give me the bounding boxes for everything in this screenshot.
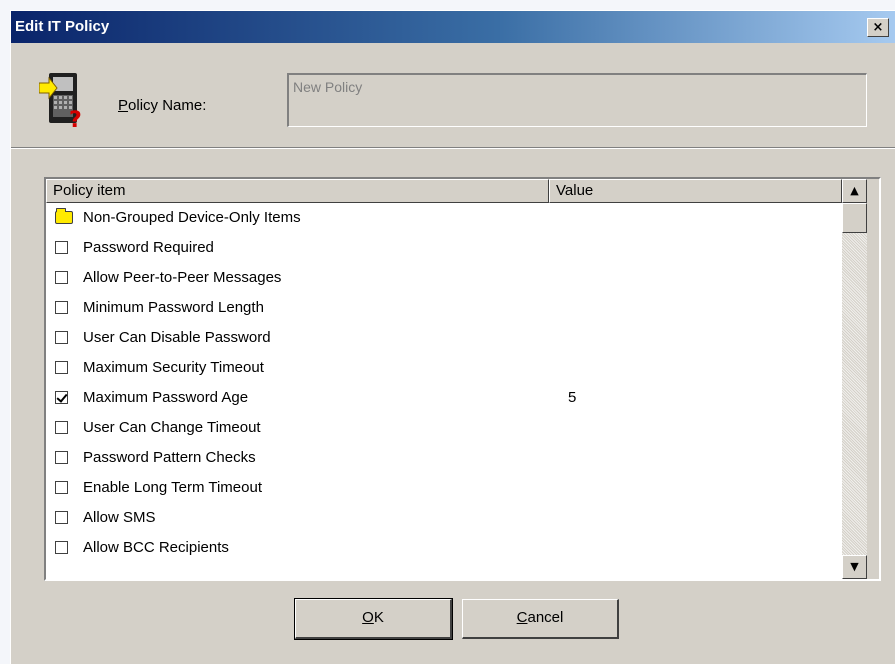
item-value: 5	[568, 389, 577, 406]
list-item[interactable]: Password Required	[46, 233, 842, 263]
list-item[interactable]: Password Pattern Checks	[46, 443, 842, 473]
item-label: Non-Grouped Device-Only Items	[83, 209, 301, 226]
item-checkbox[interactable]	[55, 481, 68, 494]
ok-accel: O	[362, 609, 374, 626]
policy-name-label-text: olicy Name:	[128, 97, 207, 114]
item-checkbox[interactable]	[55, 271, 68, 284]
column-header-policy-item[interactable]: Policy item	[46, 179, 549, 203]
ok-label: K	[373, 609, 384, 626]
item-checkbox[interactable]	[55, 451, 68, 464]
item-checkbox[interactable]	[55, 301, 68, 314]
policy-items-list[interactable]: Policy item Value Non-Grouped Device-Onl…	[44, 177, 881, 581]
separator	[11, 147, 895, 149]
scroll-track[interactable]	[842, 203, 867, 555]
handheld-device-policy-icon: ?	[39, 73, 82, 129]
window-title: Edit IT Policy	[15, 18, 110, 35]
list-item[interactable]: Maximum Security Timeout	[46, 353, 842, 383]
list-item[interactable]: Non-Grouped Device-Only Items	[46, 203, 842, 233]
scrollbar-edge	[867, 179, 879, 579]
item-label: Maximum Security Timeout	[83, 359, 264, 376]
close-icon: ×	[872, 20, 884, 35]
list-header: Policy item Value	[46, 179, 842, 203]
item-label: Password Required	[83, 239, 214, 256]
ok-button[interactable]: OK	[294, 598, 453, 640]
item-checkbox-checked[interactable]	[55, 391, 68, 404]
close-button[interactable]: ×	[867, 18, 889, 37]
edit-it-policy-dialog: Edit IT Policy × ? Policy Name: New Poli…	[10, 10, 895, 664]
arrow-up-icon: ▲	[850, 184, 859, 197]
item-checkbox[interactable]	[55, 361, 68, 374]
arrow-down-icon: ▼	[850, 560, 859, 573]
item-label: Password Pattern Checks	[83, 449, 256, 466]
item-checkbox[interactable]	[55, 241, 68, 254]
item-checkbox[interactable]	[55, 331, 68, 344]
scroll-up-button[interactable]: ▲	[842, 179, 867, 203]
policy-name-accel: P	[118, 97, 129, 114]
list-item[interactable]: User Can Change Timeout	[46, 413, 842, 443]
list-item[interactable]: Allow Peer-to-Peer Messages	[46, 263, 842, 293]
item-label: Allow BCC Recipients	[83, 539, 229, 556]
scroll-thumb[interactable]	[842, 203, 867, 233]
list-item[interactable]: Allow SMS	[46, 503, 842, 533]
vertical-scrollbar[interactable]: ▲ ▼	[842, 179, 879, 579]
list-item[interactable]: User Can Disable Password	[46, 323, 842, 353]
item-label: Minimum Password Length	[83, 299, 264, 316]
item-label: Allow SMS	[83, 509, 156, 526]
item-label: Maximum Password Age	[83, 389, 249, 406]
list-item[interactable]: Allow BCC Recipients	[46, 533, 842, 563]
list-rows: Non-Grouped Device-Only Items Password R…	[46, 203, 842, 579]
list-item[interactable]: Maximum Password Age 5	[46, 383, 842, 413]
folder-icon	[55, 208, 73, 224]
policy-name-label: Policy Name:	[118, 97, 206, 114]
list-item[interactable]: Enable Long Term Timeout	[46, 473, 842, 503]
title-bar[interactable]: Edit IT Policy ×	[11, 11, 895, 43]
column-header-value[interactable]: Value	[549, 179, 842, 203]
item-label: Allow Peer-to-Peer Messages	[83, 269, 282, 286]
cancel-button[interactable]: Cancel	[462, 599, 619, 639]
list-item[interactable]: Minimum Password Length	[46, 293, 842, 323]
cancel-accel: C	[516, 609, 528, 626]
item-checkbox[interactable]	[55, 541, 68, 554]
scroll-down-button[interactable]: ▼	[842, 555, 867, 579]
policy-name-input[interactable]: New Policy	[287, 73, 867, 127]
item-checkbox[interactable]	[55, 421, 68, 434]
svg-text:?: ?	[69, 108, 82, 129]
item-checkbox[interactable]	[55, 511, 68, 524]
item-label: User Can Change Timeout	[83, 419, 261, 436]
item-label: Enable Long Term Timeout	[83, 479, 262, 496]
cancel-label: ancel	[527, 609, 564, 626]
item-label: User Can Disable Password	[83, 329, 271, 346]
